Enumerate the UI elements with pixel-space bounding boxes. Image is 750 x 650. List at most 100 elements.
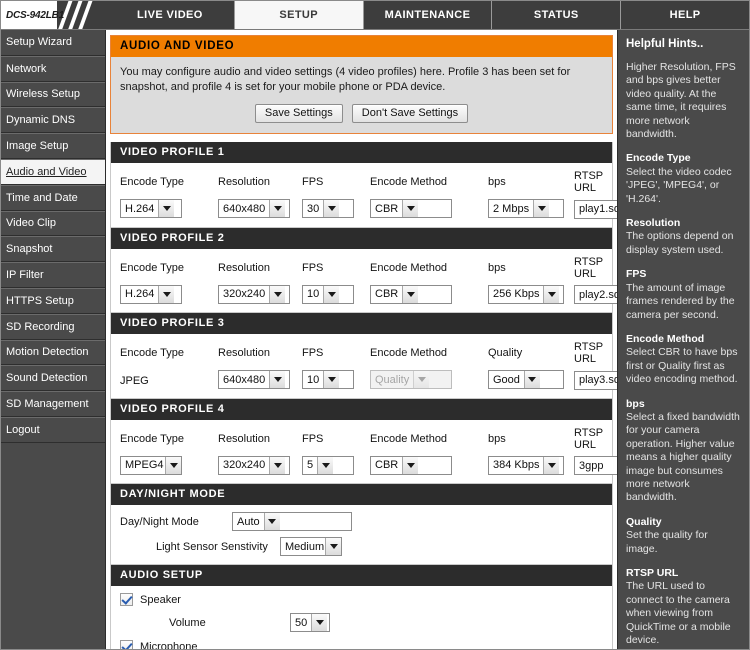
day-night-mode-select[interactable]: Auto xyxy=(232,512,352,531)
speaker-volume-select[interactable]: 50 xyxy=(290,613,330,632)
resolution-select-2[interactable]: 320x240 xyxy=(218,284,290,304)
rtsp-url-label-1: RTSP URL xyxy=(574,170,603,194)
page-description-panel: AUDIO AND VIDEO You may configure audio … xyxy=(110,35,613,134)
hint-heading: FPS xyxy=(626,268,647,281)
tab-maintenance[interactable]: MAINTENANCE xyxy=(363,1,493,29)
encode-method-select-4[interactable]: CBR xyxy=(370,455,452,475)
speaker-volume-label: Volume xyxy=(169,616,206,629)
profile-label-row-2: Encode Type Resolution FPS Encode Method bps… xyxy=(120,256,603,285)
rate-select-2[interactable]: 256 Kbps xyxy=(488,284,564,304)
encode-method-field-2: CBR xyxy=(370,284,488,304)
speaker-volume-value: 50 xyxy=(295,616,308,629)
video-profile-body-1: Encode Type Resolution FPS Encode Method bps… xyxy=(111,163,642,227)
encode-type-select-1-value: H.264 xyxy=(125,202,155,215)
tab-help[interactable]: HELP xyxy=(621,1,749,29)
resolution-select-1-value: 640x480 xyxy=(223,202,266,215)
fps-select-3-value: 10 xyxy=(307,373,320,386)
chevron-down-icon xyxy=(269,456,286,474)
video-profiles: VIDEO PROFILE 1 Encode Type Resolution FPS E… xyxy=(110,142,642,484)
resolution-select-1[interactable]: 640x480 xyxy=(218,199,290,219)
rate-label-4: bps xyxy=(488,432,506,445)
encode-method-select-1[interactable]: CBR xyxy=(370,199,452,219)
fps-select-3[interactable]: 10 xyxy=(302,370,354,390)
tab-status[interactable]: STATUS xyxy=(492,1,622,29)
rate-select-1[interactable]: 2 Mbps xyxy=(488,199,564,219)
tab-live-video[interactable]: LIVE VIDEO xyxy=(106,1,235,29)
fps-select-4-value: 5 xyxy=(307,459,314,472)
sidebar-item-dynamic-dns[interactable]: Dynamic DNS xyxy=(1,107,105,134)
encode-method-select-2[interactable]: CBR xyxy=(370,284,452,304)
hint-body: The URL used to connect to the camera wh… xyxy=(626,580,731,647)
sidebar-item-image-setup[interactable]: Image Setup xyxy=(1,133,105,159)
sidebar-item-audio-and-video[interactable]: Audio and Video xyxy=(1,158,105,185)
rate-select-4[interactable]: 384 Kbps xyxy=(488,455,564,475)
speaker-label: Speaker xyxy=(140,593,181,606)
encode-method-label-3: Encode Method xyxy=(370,347,448,359)
speaker-checkbox[interactable] xyxy=(120,593,133,606)
encode-type-label-1: Encode Type xyxy=(120,176,185,188)
product-model-label: DCS-942LB1 xyxy=(6,9,65,21)
hint-body: The options depend on display system use… xyxy=(626,230,734,256)
encode-type-select-1[interactable]: H.264 xyxy=(120,199,182,219)
encode-type-field-2: H.264 xyxy=(120,284,218,304)
fps-select-2[interactable]: 10 xyxy=(302,284,354,304)
sidebar-item-sd-management[interactable]: SD Management xyxy=(1,391,105,417)
sidebar-item-sd-recording[interactable]: SD Recording xyxy=(1,313,105,340)
encode-type-select-2[interactable]: H.264 xyxy=(120,284,182,304)
rate-field-3: Good xyxy=(488,370,574,390)
speaker-row: Speaker xyxy=(120,593,603,606)
resolution-select-2-value: 320x240 xyxy=(223,288,266,301)
tab-setup[interactable]: SETUP xyxy=(234,1,364,29)
encode-method-select-1-value: CBR xyxy=(375,202,399,215)
fps-label-4: FPS xyxy=(302,432,324,445)
sidebar-item-wireless-setup[interactable]: Wireless Setup xyxy=(1,81,105,108)
page-description-body: You may configure audio and video settin… xyxy=(111,57,612,133)
resolution-label-4: Resolution xyxy=(218,432,270,445)
sidebar-item-setup-wizard[interactable]: Setup Wizard xyxy=(1,30,105,56)
sidebar-item-logout[interactable]: Logout xyxy=(1,416,105,443)
day-night-mode-value: Auto xyxy=(237,515,260,528)
fps-select-1[interactable]: 30 xyxy=(302,199,354,219)
hint-body: The amount of image frames rendered by t… xyxy=(626,281,735,321)
save-settings-button-top[interactable]: Save Settings xyxy=(254,104,343,123)
rate-select-3-value: Good xyxy=(493,373,520,386)
sidebar-item-video-clip[interactable]: Video Clip xyxy=(1,210,105,237)
rate-select-3[interactable]: Good xyxy=(488,370,564,390)
product-logo: DCS-942LB1 xyxy=(1,1,106,29)
sidebar-item-snapshot[interactable]: Snapshot xyxy=(1,236,105,263)
encode-type-select-4[interactable]: MPEG4 xyxy=(120,455,182,475)
sidebar-item-network[interactable]: Network xyxy=(1,55,105,82)
resolution-select-4-value: 320x240 xyxy=(223,459,266,472)
rtsp-url-label-4: RTSP URL xyxy=(574,426,603,451)
sidebar-item-https-setup[interactable]: HTTPS Setup xyxy=(1,287,105,314)
logo-slash-decoration xyxy=(57,1,105,29)
fps-field-3: 10 xyxy=(302,370,370,390)
sidebar-item-time-and-date[interactable]: Time and Date xyxy=(1,184,105,211)
chevron-down-icon xyxy=(269,371,286,389)
encode-type-label-2: Encode Type xyxy=(120,261,185,274)
video-profile-body-4: Encode Type Resolution FPS Encode Method bps… xyxy=(111,419,642,483)
rate-label-1: bps xyxy=(488,176,506,188)
rate-field-2: 256 Kbps xyxy=(488,284,574,304)
resolution-field-2: 320x240 xyxy=(218,284,302,304)
hint-heading: Resolution xyxy=(626,217,681,230)
sidebar-item-sound-detection[interactable]: Sound Detection xyxy=(1,365,105,392)
encode-method-label-4: Encode Method xyxy=(370,432,448,445)
sidebar-item-motion-detection[interactable]: Motion Detection xyxy=(1,339,105,366)
sidebar-item-ip-filter[interactable]: IP Filter xyxy=(1,262,105,288)
light-sensor-sensitivity-select[interactable]: Medium xyxy=(280,537,342,556)
fps-select-4[interactable]: 5 xyxy=(302,455,354,475)
hint-body: Select a fixed bandwidth for your camera… xyxy=(626,410,740,504)
profile-field-row-4: MPEG4 320x240 5 CBR 384 Kbps xyxy=(120,455,642,475)
chevron-down-icon xyxy=(311,614,328,631)
profile-label-row-1: Encode Type Resolution FPS Encode Method bps… xyxy=(120,170,603,199)
microphone-checkbox[interactable] xyxy=(120,640,133,649)
dont-save-settings-button-top[interactable]: Don't Save Settings xyxy=(351,104,469,123)
day-night-mode-row: Day/Night Mode Auto xyxy=(120,512,603,531)
fps-label-3: FPS xyxy=(302,347,324,359)
resolution-select-4[interactable]: 320x240 xyxy=(218,455,290,475)
resolution-select-3[interactable]: 640x480 xyxy=(218,370,290,390)
helpful-hints-title: Helpful Hints.. xyxy=(626,38,704,50)
encode-method-select-4-value: CBR xyxy=(375,459,399,472)
day-night-mode-body: Day/Night Mode Auto Light Sensor Senstiv… xyxy=(111,505,612,564)
